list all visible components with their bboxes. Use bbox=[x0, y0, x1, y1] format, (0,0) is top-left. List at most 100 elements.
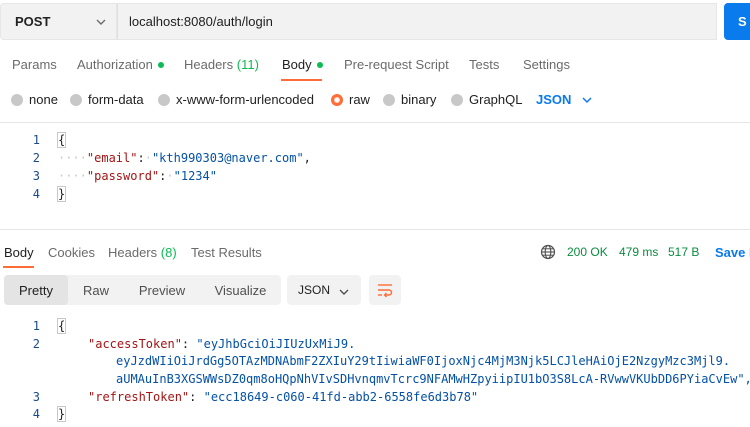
tab-response-headers[interactable]: Headers (8) bbox=[108, 245, 177, 260]
url-input[interactable]: localhost:8080/auth/login bbox=[117, 3, 717, 40]
code-line: "refreshToken": "ecc18649-c060-41fd-abb2… bbox=[88, 390, 479, 404]
json-key: "accessToken" bbox=[88, 337, 182, 351]
tab-settings-label: Settings bbox=[523, 57, 570, 72]
line-number: 1 bbox=[32, 319, 40, 333]
code-line: } bbox=[56, 186, 67, 202]
code-line: eyJzdWIiOiJrdGg5OTAzMDNAbmF2ZXIuY29tIiwi… bbox=[116, 354, 730, 368]
line-number: 3 bbox=[32, 390, 40, 404]
line-number: 4 bbox=[32, 407, 40, 421]
line-number: 2 bbox=[32, 337, 40, 351]
tab-pre-request-label: Pre-request Script bbox=[344, 57, 449, 72]
status-code[interactable]: 200 OK bbox=[567, 245, 608, 259]
radio-none[interactable]: none bbox=[11, 92, 58, 107]
radio-circle-selected bbox=[331, 93, 343, 106]
request-tabs: Params Authorization Headers (11) Body P… bbox=[0, 48, 750, 82]
radio-none-label: none bbox=[29, 92, 58, 107]
response-format-select[interactable]: JSON bbox=[287, 275, 361, 305]
code-line: "accessToken": "eyJhbGciOiJIUzUxMiJ9. bbox=[88, 337, 356, 351]
radio-graphql-label: GraphQL bbox=[469, 92, 523, 107]
radio-raw[interactable]: raw bbox=[331, 92, 370, 107]
send-label: S bbox=[738, 14, 747, 29]
globe-icon[interactable] bbox=[540, 244, 556, 260]
tab-tests-label: Tests bbox=[469, 57, 500, 72]
radio-graphql[interactable]: GraphQL bbox=[451, 92, 522, 107]
response-time[interactable]: 479 ms bbox=[619, 245, 658, 259]
response-body-viewer[interactable]: 1 2 3 4 { "accessToken": "eyJhbGciOiJIUz… bbox=[0, 314, 750, 427]
radio-circle bbox=[383, 93, 395, 106]
code-line: ····"password":·"1234" bbox=[58, 169, 217, 183]
json-value: "1234" bbox=[173, 169, 217, 183]
headers-count: (8) bbox=[160, 245, 177, 260]
radio-circle bbox=[158, 93, 170, 106]
wrap-lines-button[interactable] bbox=[369, 275, 401, 305]
tab-params-label: Params bbox=[12, 57, 57, 72]
language-select[interactable]: JSON bbox=[536, 92, 593, 107]
status-dot bbox=[316, 61, 323, 68]
view-raw-button[interactable]: Raw bbox=[68, 275, 124, 305]
tab-authorization[interactable]: Authorization bbox=[77, 57, 164, 72]
tab-settings[interactable]: Settings bbox=[523, 57, 570, 72]
json-value-cont: aUMAuInB3XGSWWsDZ0qm8oHQpNhVIvSDHvnqmvTc… bbox=[116, 372, 750, 386]
line-number: 1 bbox=[32, 133, 40, 147]
radio-urlencoded[interactable]: x-www-form-urlencoded bbox=[158, 92, 314, 107]
chevron-down-icon bbox=[339, 289, 349, 295]
json-key: "refreshToken" bbox=[88, 390, 190, 404]
response-size[interactable]: 517 B bbox=[668, 245, 699, 259]
radio-circle bbox=[451, 93, 463, 106]
tab-response-headers-label: Headers bbox=[108, 245, 158, 260]
response-format-label: JSON bbox=[298, 283, 331, 297]
active-tab-indicator bbox=[3, 266, 34, 268]
status-dot bbox=[157, 61, 164, 68]
tab-response-body-label: Body bbox=[4, 245, 34, 260]
url-text: localhost:8080/auth/login bbox=[129, 14, 273, 29]
radio-form-data-label: form-data bbox=[88, 92, 144, 107]
radio-form-data[interactable]: form-data bbox=[70, 92, 144, 107]
line-number: 4 bbox=[32, 187, 40, 201]
code-line: } bbox=[56, 406, 67, 422]
view-mode-segmented: Pretty Raw Preview Visualize bbox=[4, 275, 281, 305]
tab-test-results[interactable]: Test Results bbox=[191, 245, 262, 260]
tab-body-label: Body bbox=[282, 57, 312, 72]
view-preview-button[interactable]: Preview bbox=[124, 275, 200, 305]
request-body-editor[interactable]: 1 2 3 4 { ····"email":·"kth990303@naver.… bbox=[0, 122, 750, 230]
tab-body[interactable]: Body bbox=[282, 57, 323, 72]
tab-headers-label: Headers bbox=[184, 57, 234, 72]
code-line: ····"email":·"kth990303@naver.com", bbox=[58, 151, 311, 165]
method-label: POST bbox=[15, 14, 51, 29]
method-select[interactable]: POST bbox=[0, 3, 117, 40]
tab-cookies-label: Cookies bbox=[48, 245, 95, 260]
save-response-button[interactable]: Save R bbox=[715, 245, 750, 260]
tab-test-results-label: Test Results bbox=[191, 245, 262, 260]
json-value: "kth990303@naver.com" bbox=[151, 151, 304, 165]
code-line: { bbox=[56, 132, 67, 148]
tab-pre-request-script[interactable]: Pre-request Script bbox=[344, 57, 449, 72]
json-key: "email" bbox=[86, 151, 138, 165]
radio-circle bbox=[70, 93, 82, 106]
view-pretty-button[interactable]: Pretty bbox=[4, 275, 68, 305]
language-label: JSON bbox=[536, 92, 572, 107]
tab-headers[interactable]: Headers (11) bbox=[184, 57, 259, 72]
close-brace: } bbox=[56, 186, 67, 202]
tab-response-body[interactable]: Body bbox=[4, 245, 34, 260]
line-number: 2 bbox=[32, 151, 40, 165]
chevron-down-icon bbox=[582, 96, 592, 103]
radio-circle bbox=[11, 93, 23, 106]
radio-urlencoded-label: x-www-form-urlencoded bbox=[176, 92, 314, 107]
close-brace: } bbox=[56, 406, 67, 422]
view-visualize-button[interactable]: Visualize bbox=[200, 275, 281, 305]
code-line: { bbox=[56, 318, 67, 334]
chevron-down-icon bbox=[96, 19, 106, 25]
json-key: "password" bbox=[86, 169, 160, 183]
wrap-lines-icon bbox=[378, 284, 393, 298]
request-url-bar: POST localhost:8080/auth/login S bbox=[0, 0, 750, 44]
radio-binary[interactable]: binary bbox=[383, 92, 436, 107]
body-type-selector: none form-data x-www-form-urlencoded raw… bbox=[0, 84, 750, 114]
tab-cookies[interactable]: Cookies bbox=[48, 245, 95, 260]
tab-params[interactable]: Params bbox=[12, 57, 57, 72]
send-button[interactable]: S bbox=[724, 3, 750, 40]
response-toolbar: Pretty Raw Preview Visualize JSON bbox=[0, 273, 750, 309]
json-value-cont: eyJzdWIiOiJrdGg5OTAzMDNAbmF2ZXIuY29tIiwi… bbox=[116, 354, 731, 368]
tab-tests[interactable]: Tests bbox=[469, 57, 499, 72]
open-brace: { bbox=[56, 132, 67, 148]
tab-authorization-label: Authorization bbox=[77, 57, 153, 72]
